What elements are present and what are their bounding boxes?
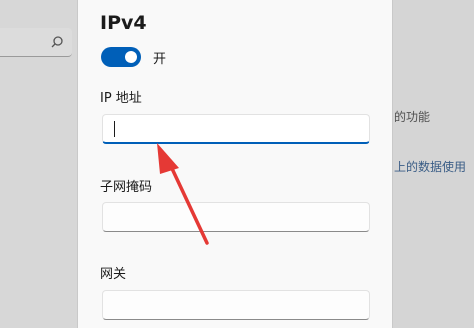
red-arrow-annotation	[157, 143, 209, 245]
